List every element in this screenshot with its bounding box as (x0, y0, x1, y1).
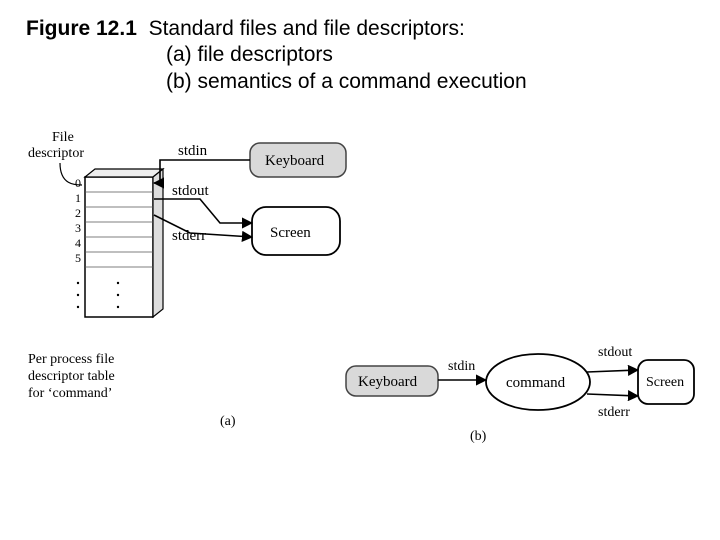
fd-table: 0 1 2 3 4 5 (75, 169, 163, 317)
fd-4: 4 (75, 236, 81, 250)
stderr-label-a: stderr (172, 228, 206, 244)
screen-label-b: Screen (646, 375, 684, 390)
figure-title: Standard files and file descriptors: (149, 17, 465, 40)
command-label: command (506, 375, 566, 391)
caption-line-b: (b) semantics of a command execution (26, 69, 527, 95)
sub-a-label: (a) (220, 414, 236, 429)
fd-header-line2: descriptor (28, 146, 84, 161)
sub-b-label: (b) (470, 429, 487, 444)
stdout-label-a: stdout (172, 183, 210, 199)
fd-1: 1 (75, 191, 81, 205)
footer-line3: for ‘command’ (28, 386, 112, 401)
diagram-a: File descriptor 0 1 2 3 4 5 Keyboard Scr… (20, 125, 380, 465)
diagram-b: Keyboard command Screen stdin stdout std… (340, 320, 700, 500)
figure-caption: Figure 12.1 Standard files and file desc… (26, 16, 527, 95)
stdin-arrow-a (154, 160, 250, 183)
stdout-label-b: stdout (598, 345, 632, 360)
figure-label: Figure 12.1 (26, 17, 137, 40)
caption-line-a: (a) file descriptors (26, 42, 333, 68)
footer-line1: Per process file (28, 352, 114, 367)
stdout-arrow-b (587, 370, 638, 372)
fd-0: 0 (75, 176, 81, 190)
fd-header-line1: File (52, 130, 74, 145)
screen-label-a: Screen (270, 225, 311, 241)
stdout-arrow-a (154, 199, 252, 223)
stderr-label-b: stderr (598, 405, 630, 420)
keyboard-label-a: Keyboard (265, 153, 325, 169)
fd-2: 2 (75, 206, 81, 220)
stdin-label-a: stdin (178, 143, 208, 159)
fd-5: 5 (75, 251, 81, 265)
stderr-arrow-b (587, 394, 638, 396)
stdin-label-b: stdin (448, 359, 475, 374)
footer-line2: descriptor table (28, 369, 115, 384)
keyboard-label-b: Keyboard (358, 374, 418, 390)
fd-3: 3 (75, 221, 81, 235)
